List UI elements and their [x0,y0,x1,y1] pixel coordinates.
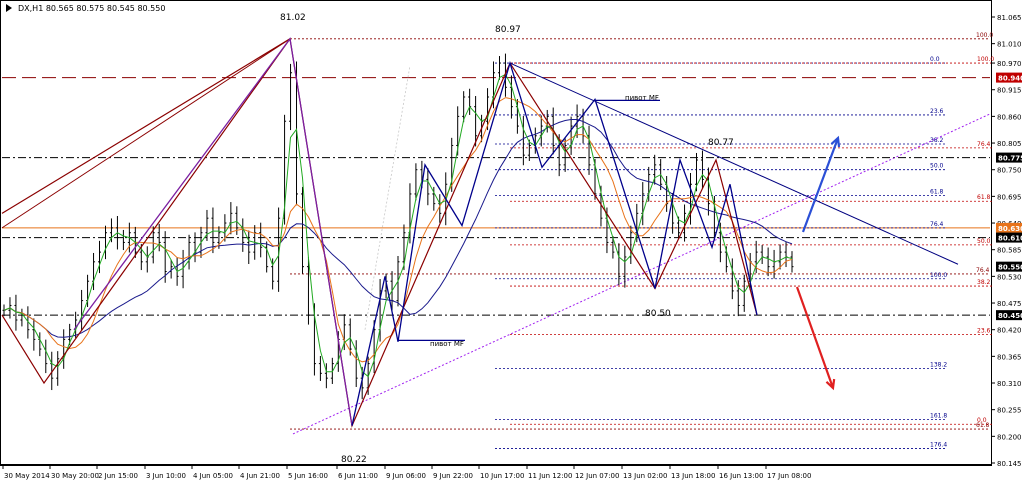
time-tick-label: 30 May 2014 [4,472,50,480]
price-tick-label: 80.365 [997,353,1022,361]
price-annotation: 81.02 [280,13,306,23]
pivot-mf-note: пивот MF [430,340,464,348]
time-tick-label: 4 Jun 21:00 [240,472,280,480]
fib-level-label: 76.4 [976,267,990,274]
time-tick-label: 12 Jun 07:00 [575,472,619,480]
time-tick-label: 6 Jun 11:00 [338,472,378,480]
time-tick-label: 11 Jun 12:00 [528,472,572,480]
price-tick-label: 80.420 [997,327,1022,335]
price-tick-label: 80.475 [997,300,1022,308]
fib-level-label: 100.0 [977,56,994,63]
price-tick-label: 80.310 [997,380,1022,388]
fib-level-label: 76.4 [930,221,944,228]
fib-level-label: 100.0 [976,32,993,39]
fib-level-label: 61.8 [930,188,944,195]
price-tick-label: 80.970 [997,60,1022,68]
fib-level-label: 76.4 [977,141,991,148]
price-badge-label: 80.450 [998,312,1024,320]
price-annotation: 80.50 [645,309,671,319]
fib-level-label: 23.6 [930,108,944,115]
price-badge-label: 80.940 [998,75,1024,83]
fib-level-label: 176.4 [930,441,947,448]
time-tick-label: 9 Jun 06:00 [386,472,426,480]
time-tick-label: 9 Jun 22:00 [433,472,473,480]
price-annotation: 80.97 [495,25,521,35]
time-tick-label: 13 Jun 02:00 [623,472,667,480]
time-tick-label: 17 Jun 08:00 [767,472,811,480]
fib-level-label: 138.2 [930,361,947,368]
price-chart[interactable]: 100.0 0.0 100.0 23.6 38.2 76.4 50.0 61.8 61.8 76.… [0,0,1024,482]
time-tick-label: 3 Jun 10:00 [146,472,186,480]
plot-frame [0,0,992,465]
fib-level-label: 161.8 [930,412,947,419]
time-tick-label: 2 Jun 15:00 [98,472,138,480]
time-tick-label: 5 Jun 16:00 [288,472,328,480]
price-badge-label: 80.630 [998,225,1024,233]
fib-level-label: 50.0 [930,163,944,170]
fib-level-label: 100.0 [930,272,947,279]
fib-level-label: 61.8 [977,194,991,201]
fib-level-label: 0.0 [930,56,940,63]
time-tick-label: 13 Jun 18:00 [671,472,715,480]
chart-header: DX,H1 80.565 80.575 80.545 80.550 [18,4,165,13]
price-tick-label: 80.145 [997,460,1022,468]
price-tick-label: 81.065 [997,14,1022,22]
price-tick-label: 80.200 [997,433,1022,441]
time-tick-label: 16 Jun 13:00 [719,472,763,480]
price-badge-label: 80.550 [998,264,1024,272]
chart-window: 100.0 0.0 100.0 23.6 38.2 76.4 50.0 61.8 61.8 76.… [0,0,1024,482]
fib-level-label: 23.6 [977,328,991,335]
fib-level-label: 38.2 [977,279,991,286]
time-tick-label: 10 Jun 17:00 [480,472,524,480]
time-tick-label: 4 Jun 05:00 [193,472,233,480]
price-tick-label: 80.750 [997,167,1022,175]
price-tick-label: 81.010 [997,41,1022,49]
price-badge-label: 80.610 [998,235,1024,243]
price-tick-label: 80.915 [997,87,1022,95]
price-tick-label: 80.585 [997,247,1022,255]
pivot-mf-note: пивот MF [625,94,659,102]
fib-level-label: 50.0 [977,238,991,245]
price-tick-label: 80.860 [997,113,1022,121]
time-tick-label: 30 May 20:00 [51,472,99,480]
price-tick-label: 80.695 [997,193,1022,201]
price-annotation: 80.22 [341,455,367,465]
price-tick-label: 80.530 [997,273,1022,281]
price-tick-label: 80.255 [997,407,1022,415]
price-tick-label: 80.805 [997,140,1022,148]
fib-level-label: 61.8 [976,422,990,429]
price-annotation: 80.77 [708,138,734,148]
price-badge-label: 80.775 [998,155,1024,163]
